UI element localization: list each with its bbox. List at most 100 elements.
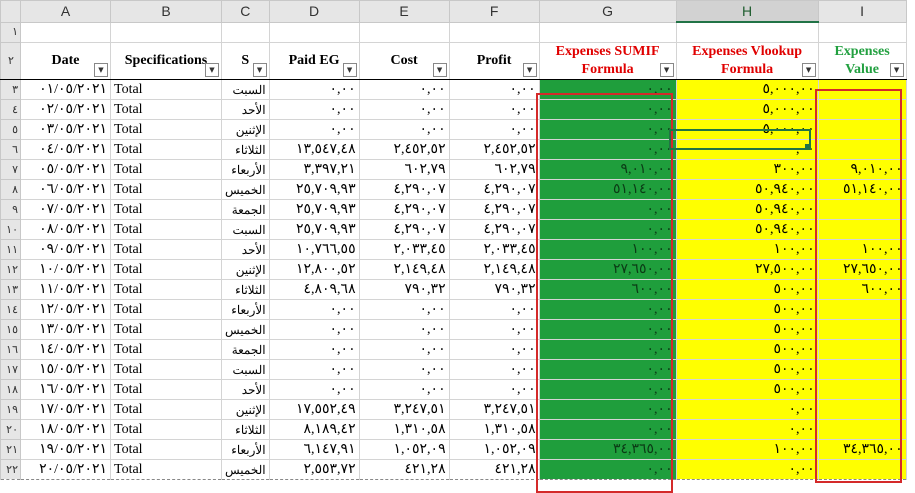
row-header[interactable]: ١٦ [0, 339, 21, 360]
cell-expenses-sumif[interactable]: ٠,٠٠ [538, 419, 677, 440]
cell[interactable] [268, 21, 360, 43]
cell-cost[interactable]: ٤,٢٩٠,٠٧ [358, 219, 450, 240]
cell-date[interactable]: ٠٣/٠٥/٢٠٢١ [20, 119, 111, 140]
cell-expenses-sumif[interactable]: ٠,٠٠ [538, 359, 677, 380]
cell-day[interactable]: الأربعاء [221, 159, 270, 180]
cell-expenses-value[interactable]: ٢٧,٦٥٠,٠٠ [817, 259, 907, 280]
cell-profit[interactable]: ٠,٠٠ [448, 319, 540, 340]
cell-cost[interactable]: ٤٢١,٢٨ [358, 459, 450, 480]
cell-paid[interactable]: ٨,١٨٩,٤٢ [268, 419, 360, 440]
header-profit[interactable]: Profit ▼ [448, 42, 540, 80]
cell-day[interactable]: الخميس [221, 319, 270, 340]
cell-expenses-value[interactable] [817, 359, 907, 380]
cell-specification[interactable]: Total [110, 279, 222, 300]
cell-date[interactable]: ٠٦/٠٥/٢٠٢١ [20, 179, 111, 200]
row-header[interactable]: ٨ [0, 179, 21, 200]
header-specifications[interactable]: Specifications ▼ [110, 42, 222, 80]
cell-paid[interactable]: ٢٥,٧٠٩,٩٣ [268, 199, 360, 220]
cell-expenses-vlookup[interactable]: ٣٠٠,٠٠ [675, 159, 819, 180]
cell-cost[interactable]: ١,٠٥٢,٠٩ [358, 439, 450, 460]
cell-expenses-vlookup[interactable]: ٥٠٠,٠٠ [675, 279, 819, 300]
cell-expenses-vlookup[interactable]: ٠,٠٠ [675, 419, 819, 440]
cell-date[interactable]: ٠٥/٠٥/٢٠٢١ [20, 159, 111, 180]
cell-specification[interactable]: Total [110, 359, 222, 380]
cell-day[interactable]: الجمعة [221, 339, 270, 360]
header-expenses-vlookup[interactable]: Expenses Vlookup Formula ▼ [675, 42, 819, 80]
filter-dropdown-icon[interactable]: ▼ [522, 63, 537, 77]
cell-profit[interactable]: ٤,٢٩٠,٠٧ [448, 199, 540, 220]
row-header[interactable]: ٢٢ [0, 459, 21, 480]
cell-paid[interactable]: ٠,٠٠ [268, 99, 360, 120]
cell-date[interactable]: ١٦/٠٥/٢٠٢١ [20, 379, 111, 400]
cell[interactable] [221, 21, 270, 43]
cell-paid[interactable]: ٠,٠٠ [268, 319, 360, 340]
cell-date[interactable]: ٠٤/٠٥/٢٠٢١ [20, 139, 111, 160]
cell-paid[interactable]: ٤,٨٠٩,٦٨ [268, 279, 360, 300]
select-all-corner[interactable] [0, 0, 21, 23]
cell-expenses-vlookup[interactable]: ٥,٠٠٠,٠٠ [675, 99, 819, 120]
filter-dropdown-icon[interactable]: ▼ [801, 63, 816, 77]
cell-expenses-vlookup[interactable]: ٥,٠٠٠,٠٠ [675, 119, 819, 140]
cell-day[interactable]: السبت [221, 219, 270, 240]
cell-paid[interactable]: ٢٥,٧٠٩,٩٣ [268, 219, 360, 240]
row-header[interactable]: ٢٠ [0, 419, 21, 440]
cell-specification[interactable]: Total [110, 159, 222, 180]
row-header[interactable]: ٤ [0, 99, 21, 120]
cell-cost[interactable]: ٠,٠٠ [358, 379, 450, 400]
cell-expenses-sumif[interactable]: ٠,٠٠ [538, 139, 677, 160]
cell-expenses-sumif[interactable]: ٩,٠١٠,٠٠ [538, 159, 677, 180]
cell-expenses-vlookup[interactable]: ٥٠,٩٤٠,٠٠ [675, 199, 819, 220]
cell-cost[interactable]: ٣,٢٤٧,٥١ [358, 399, 450, 420]
cell-expenses-vlookup[interactable]: ١٠٠,٠٠ [675, 439, 819, 460]
cell-date[interactable]: ٢٠/٠٥/٢٠٢١ [20, 459, 111, 480]
row-header[interactable]: ٦ [0, 139, 21, 160]
row-header[interactable]: ١٣ [0, 279, 21, 300]
cell-expenses-sumif[interactable]: ٦٠٠,٠٠ [538, 279, 677, 300]
cell-cost[interactable]: ٠,٠٠ [358, 79, 450, 100]
cell-expenses-value[interactable]: ٩,٠١٠,٠٠ [817, 159, 907, 180]
filter-dropdown-icon[interactable]: ▼ [252, 63, 267, 77]
cell-date[interactable]: ١٥/٠٥/٢٠٢١ [20, 359, 111, 380]
row-header[interactable]: ٧ [0, 159, 21, 180]
cell-expenses-vlookup[interactable]: ٥,٠٠٠,٠٠ [675, 79, 819, 100]
cell-expenses-sumif[interactable]: ٠,٠٠ [538, 79, 677, 100]
cell-expenses-sumif[interactable]: ٠,٠٠ [538, 199, 677, 220]
cell-paid[interactable]: ٠,٠٠ [268, 339, 360, 360]
cell-profit[interactable]: ٠,٠٠ [448, 359, 540, 380]
cell-expenses-vlookup[interactable]: ٠,٠٠ [675, 399, 819, 420]
cell-date[interactable]: ٠٧/٠٥/٢٠٢١ [20, 199, 111, 220]
cell[interactable] [358, 21, 450, 43]
cell-day[interactable]: الثلاثاء [221, 419, 270, 440]
cell-date[interactable]: ١٨/٠٥/٢٠٢١ [20, 419, 111, 440]
cell-specification[interactable]: Total [110, 259, 222, 280]
row-header[interactable]: ١٩ [0, 399, 21, 420]
cell-expenses-value[interactable] [817, 219, 907, 240]
cell-paid[interactable]: ١٣,٥٤٧,٤٨ [268, 139, 360, 160]
cell-paid[interactable]: ١٧,٥٥٢,٤٩ [268, 399, 360, 420]
cell-profit[interactable]: ٤,٢٩٠,٠٧ [448, 179, 540, 200]
cell-expenses-value[interactable] [817, 419, 907, 440]
row-header[interactable]: ١٢ [0, 259, 21, 280]
cell-expenses-vlookup[interactable]: ٥٠,٩٤٠,٠٠ [675, 219, 819, 240]
cell-expenses-sumif[interactable]: ٠,٠٠ [538, 399, 677, 420]
cell-day[interactable]: الأحد [221, 99, 270, 120]
cell-specification[interactable]: Total [110, 79, 222, 100]
cell-cost[interactable]: ٠,٠٠ [358, 359, 450, 380]
cell-specification[interactable]: Total [110, 379, 222, 400]
column-header-G[interactable]: G [538, 0, 677, 23]
cell-profit[interactable]: ٤,٢٩٠,٠٧ [448, 219, 540, 240]
cell-expenses-vlookup[interactable]: ٥٠٠,٠٠ [675, 339, 819, 360]
cell-paid[interactable]: ١٢,٨٠٠,٥٢ [268, 259, 360, 280]
row-header[interactable]: ١٠ [0, 219, 21, 240]
cell-expenses-vlookup[interactable]: ٠,٠٠ [675, 139, 819, 160]
cell-day[interactable]: الإثنين [221, 119, 270, 140]
cell-expenses-value[interactable] [817, 299, 907, 320]
cell-paid[interactable]: ٢,٥٥٣,٧٢ [268, 459, 360, 480]
cell-date[interactable]: ١٧/٠٥/٢٠٢١ [20, 399, 111, 420]
cell-date[interactable]: ١١/٠٥/٢٠٢١ [20, 279, 111, 300]
cell-specification[interactable]: Total [110, 199, 222, 220]
cell-expenses-vlookup[interactable]: ١٠٠,٠٠ [675, 239, 819, 260]
fill-handle[interactable] [805, 144, 810, 149]
cell-expenses-sumif[interactable]: ٣٤,٣٦٥,٠٠ [538, 439, 677, 460]
cell[interactable] [675, 21, 819, 43]
